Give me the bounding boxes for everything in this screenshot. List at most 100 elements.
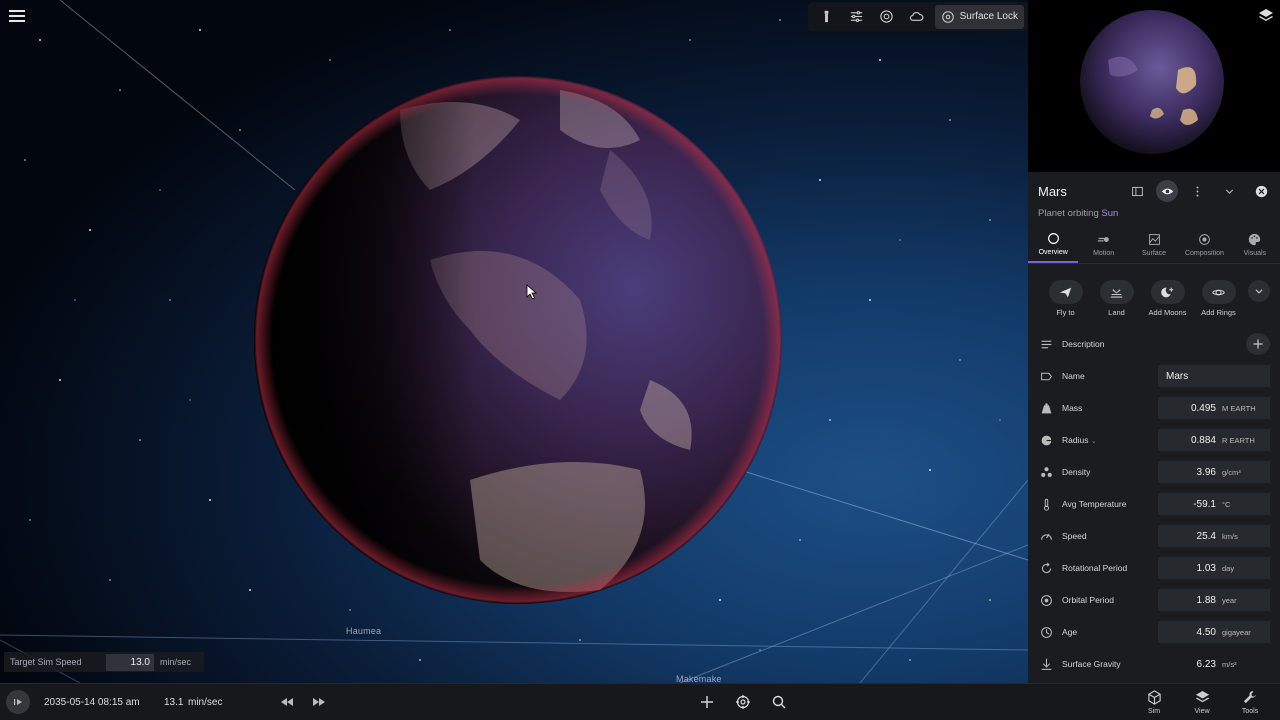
planet-preview[interactable]: [1028, 0, 1280, 172]
mass-input[interactable]: 0.495 M EARTH: [1158, 397, 1270, 419]
temperature-input[interactable]: -59.1 °C: [1158, 493, 1270, 515]
property-label: Density: [1062, 467, 1091, 477]
parent-body-link[interactable]: Sun: [1101, 208, 1118, 219]
fly-to-button[interactable]: Fly to: [1040, 280, 1091, 317]
tab-overview[interactable]: Overview: [1028, 226, 1079, 263]
panel-subtitle: Planet orbiting Sun: [1038, 208, 1118, 219]
nav-tools-button[interactable]: Tools: [1226, 684, 1274, 720]
layers-toggle-icon[interactable]: [1258, 8, 1274, 24]
haumea-label[interactable]: Haumea: [346, 626, 381, 636]
add-moons-label: Add Moons: [1148, 308, 1187, 317]
makemake-label[interactable]: Makemake: [676, 674, 722, 683]
tab-overview-label: Overview: [1038, 248, 1068, 256]
surface-gravity-input[interactable]: 6.23 m/s²: [1158, 653, 1270, 675]
tab-motion[interactable]: Motion: [1078, 226, 1128, 263]
density-input[interactable]: 3.96 g/cm³: [1158, 461, 1270, 483]
add-rings-label: Add Rings: [1201, 308, 1236, 317]
fast-forward-button[interactable]: [304, 689, 334, 715]
rewind-icon: [281, 698, 293, 706]
property-label: Mass: [1062, 403, 1083, 413]
surface-gravity-unit: m/s²: [1222, 659, 1237, 669]
property-row-radius: Radius ⌄ 0.884 R EARTH: [1028, 424, 1280, 456]
add-moons-button[interactable]: Add Moons: [1142, 280, 1193, 317]
radius-input[interactable]: 0.884 R EARTH: [1158, 429, 1270, 451]
tab-composition[interactable]: Composition: [1179, 226, 1229, 263]
speed-value: 25.4: [1196, 530, 1216, 542]
plus-icon: [1253, 339, 1263, 349]
hamburger-menu-icon[interactable]: [8, 8, 26, 24]
speedometer-icon: [1038, 528, 1054, 544]
radius-dropdown-chevron-icon[interactable]: ⌄: [1091, 438, 1097, 445]
target-sim-speed-label: Target Sim Speed: [10, 657, 82, 667]
orbital-period-unit: year: [1222, 595, 1237, 605]
search-button[interactable]: [764, 689, 794, 715]
surface-lock-icon: [941, 10, 954, 23]
tab-surface[interactable]: Surface: [1129, 226, 1179, 263]
fly-to-label: Fly to: [1056, 308, 1075, 317]
play-icon: [14, 699, 22, 705]
fast-forward-icon: [313, 698, 325, 706]
close-icon[interactable]: [1248, 179, 1274, 203]
property-row-speed: Speed 25.4 km/s: [1028, 520, 1280, 552]
add-description-button[interactable]: [1246, 333, 1270, 355]
landing-icon: [1110, 288, 1123, 298]
cloud-icon[interactable]: [902, 5, 930, 29]
more-actions-button[interactable]: [1248, 280, 1270, 302]
wrench-icon: [1243, 690, 1256, 703]
moon-plus-icon: [1161, 287, 1174, 297]
speed-input[interactable]: 25.4 km/s: [1158, 525, 1270, 547]
property-row-temperature: Avg Temperature -59.1 °C: [1028, 488, 1280, 520]
age-input[interactable]: 4.50 gigayear: [1158, 621, 1270, 643]
gravity-icon[interactable]: [872, 5, 900, 29]
property-label: Speed: [1062, 531, 1087, 541]
sim-datetime[interactable]: 2035-05-14 08:15 am: [44, 697, 154, 708]
description-icon: [1038, 336, 1054, 352]
eye-icon[interactable]: [1156, 180, 1178, 202]
add-object-button[interactable]: [692, 689, 722, 715]
sidebar-toggle-icon[interactable]: [1124, 179, 1150, 203]
property-label: Radius ⌄: [1062, 435, 1156, 445]
target-sim-speed-input[interactable]: 13.0: [106, 653, 154, 671]
nav-view-button[interactable]: View: [1178, 684, 1226, 720]
description-row: Description: [1028, 328, 1280, 360]
tab-visuals-label: Visuals: [1243, 249, 1267, 257]
nav-tools-label: Tools: [1241, 707, 1259, 715]
surface-lock-label: Surface Lock: [959, 11, 1018, 22]
sim-rate-unit: min/sec: [188, 696, 223, 708]
age-unit: gigayear: [1222, 627, 1251, 637]
land-button[interactable]: Land: [1091, 280, 1142, 317]
composition-icon: [1199, 233, 1210, 245]
more-options-icon[interactable]: [1184, 179, 1210, 203]
bottom-bar: 2035-05-14 08:15 am 13.1 min/sec Sim Vie…: [0, 683, 1280, 720]
clock-icon: [1038, 624, 1054, 640]
tab-motion-label: Motion: [1093, 249, 1115, 257]
collapse-icon[interactable]: [1216, 179, 1242, 203]
description-label: Description: [1062, 339, 1105, 349]
sliders-icon[interactable]: [842, 5, 870, 29]
rewind-button[interactable]: [272, 689, 302, 715]
target-sim-speed: Target Sim Speed 13.0 min/sec: [4, 652, 204, 672]
flashlight-icon[interactable]: [812, 5, 840, 29]
motion-icon: [1097, 236, 1109, 242]
add-rings-button[interactable]: Add Rings: [1193, 280, 1244, 317]
search-icon: [772, 695, 786, 709]
rotational-period-input[interactable]: 1.03 day: [1158, 557, 1270, 579]
nav-sim-button[interactable]: Sim: [1130, 684, 1178, 720]
paper-plane-icon: [1059, 287, 1072, 297]
property-label: Surface Gravity: [1062, 659, 1121, 669]
property-label: Age: [1062, 627, 1078, 637]
play-button[interactable]: [6, 690, 30, 714]
age-value: 4.50: [1196, 626, 1216, 638]
property-row-surface-gravity: Surface Gravity 6.23 m/s²: [1028, 648, 1280, 680]
space-viewport[interactable]: Surface Lock Haumea Makemake Target Sim …: [0, 0, 1028, 683]
panel-tabs: Overview Motion Surface Composition Visu…: [1028, 226, 1280, 264]
orbit-tool-button[interactable]: [728, 689, 758, 715]
tab-visuals[interactable]: Visuals: [1230, 226, 1280, 263]
surface-lock-button[interactable]: Surface Lock: [934, 4, 1024, 29]
orbital-period-value: 1.88: [1196, 594, 1216, 606]
orbital-period-input[interactable]: 1.88 year: [1158, 589, 1270, 611]
weight-icon: [1038, 400, 1054, 416]
layers-icon: [1195, 690, 1209, 702]
surface-icon: [1148, 233, 1160, 245]
name-input[interactable]: Mars: [1158, 365, 1270, 387]
